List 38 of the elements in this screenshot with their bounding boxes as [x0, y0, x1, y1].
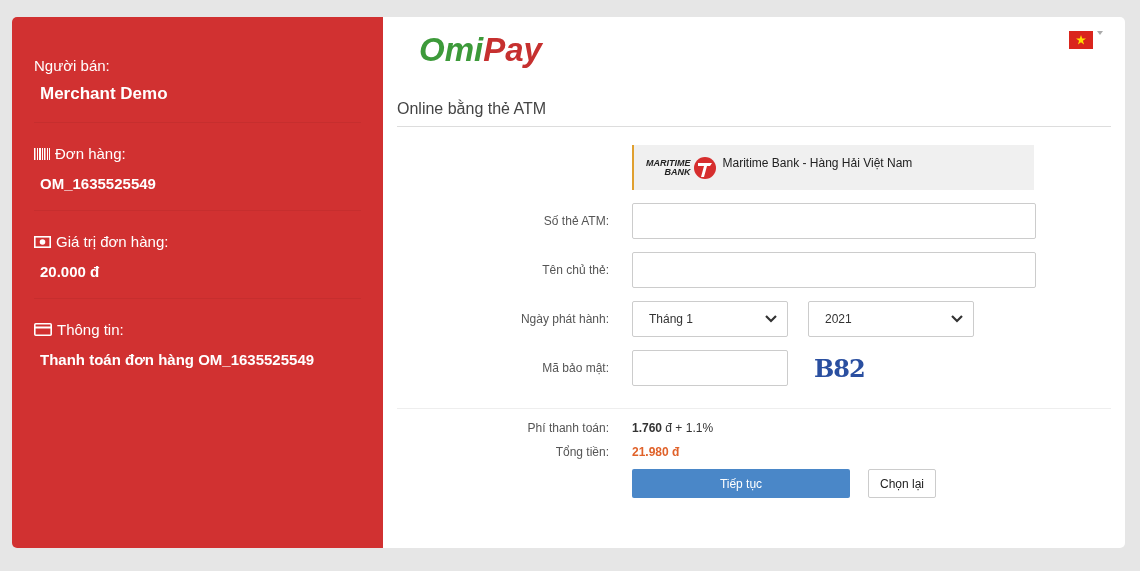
reset-button[interactable]: Chọn lại — [868, 469, 937, 498]
bank-name: Maritime Bank - Hàng Hải Việt Nam — [722, 155, 913, 170]
summary-label: Tổng tiền: — [554, 445, 610, 459]
field-label: Ngày phát hành: — [519, 312, 610, 326]
field-label: Mã bảo mật: — [541, 361, 610, 375]
field-label: Tên chủ thẻ: — [541, 263, 610, 277]
bank-logo-icon — [692, 155, 717, 180]
credit-card-icon — [34, 323, 52, 336]
barcode-icon — [34, 147, 50, 160]
continue-button[interactable]: Tiếp tục — [632, 469, 850, 498]
info-label: Giá trị đơn hàng: — [56, 233, 169, 250]
chevron-icon — [765, 315, 777, 323]
summary-value: 1.760 đ + 1.1% — [632, 421, 714, 435]
info-label: Người bán: — [34, 57, 110, 74]
caret-icon — [1097, 31, 1103, 35]
summary-value: 21.980 đ — [632, 445, 680, 459]
input-field[interactable] — [632, 252, 1036, 288]
language-selector[interactable] — [1069, 31, 1103, 49]
banknote-icon — [34, 235, 51, 248]
info-value: Thanh toán đơn hàng OM_1635525549 — [40, 351, 316, 368]
captcha-code: B82 — [814, 353, 865, 383]
chevron-icon — [951, 315, 963, 323]
month-select[interactable]: Tháng 1 — [632, 301, 788, 337]
info-label: Đơn hàng: — [55, 145, 126, 162]
section-title: Online bằng thẻ ATM — [397, 91, 1111, 127]
summary-label: Phí thanh toán: — [526, 421, 610, 435]
logo-text: Pay — [483, 31, 542, 68]
info-value: OM_1635525549 — [40, 175, 157, 192]
flag-icon — [1069, 31, 1093, 49]
bank-logo-text: MARITIME BANK — [646, 158, 691, 177]
field-label: Số thẻ ATM: — [542, 214, 610, 228]
info-value: Merchant Demo — [40, 84, 169, 104]
input-field[interactable] — [632, 203, 1036, 239]
info-label: Thông tin: — [57, 321, 124, 338]
year-select[interactable]: 2021 — [808, 301, 974, 337]
logo-text: Omi — [419, 31, 484, 68]
input-field[interactable] — [632, 350, 788, 386]
info-value: 20.000 đ — [40, 263, 101, 280]
